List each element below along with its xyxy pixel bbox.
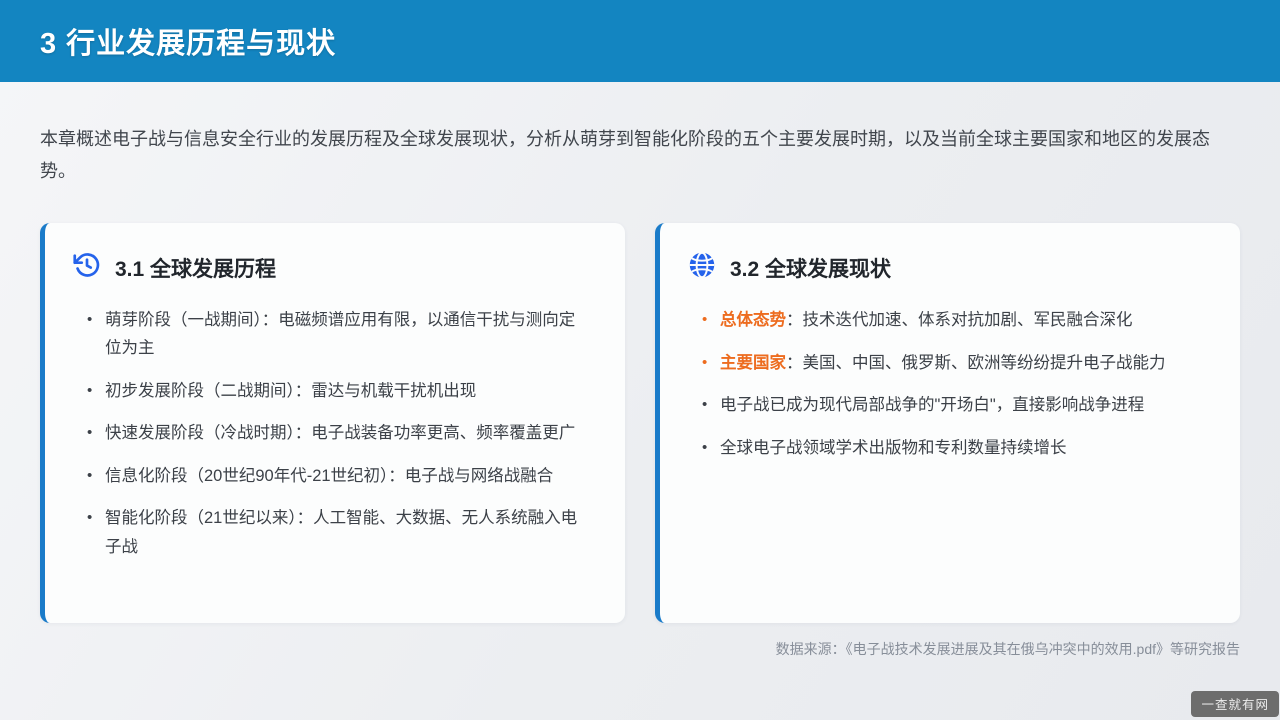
card-title: 3.2 全球发展现状	[730, 253, 891, 283]
list-item: • 初步发展阶段（二战期间）：雷达与机载干扰机出现	[73, 377, 595, 406]
card-title: 3.1 全球发展历程	[115, 253, 276, 283]
item-text: 智能化阶段（21世纪以来）：人工智能、大数据、无人系统融入电子战	[105, 504, 583, 561]
item-text: 初步发展阶段（二战期间）：雷达与机载干扰机出现	[105, 377, 583, 406]
header-bar: 3 行业发展历程与现状	[0, 0, 1280, 82]
item-keyword: 主要国家	[720, 354, 786, 372]
item-rest: ：技术迭代加速、体系对抗加剧、军民融合深化	[786, 311, 1133, 329]
item-text: 全球电子战领域学术出版物和专利数量持续增长	[720, 434, 1198, 463]
history-icon	[73, 251, 101, 284]
item-text: 总体态势：技术迭代加速、体系对抗加剧、军民融合深化	[720, 306, 1198, 335]
globe-icon	[688, 251, 716, 284]
list-item: • 总体态势：技术迭代加速、体系对抗加剧、军民融合深化	[688, 306, 1210, 335]
history-list: • 萌芽阶段（一战期间）：电磁频谱应用有限，以通信干扰与测向定位为主 • 初步发…	[73, 306, 595, 561]
page-title: 3 行业发展历程与现状	[40, 20, 336, 62]
source-note: 数据来源：《电子战技术发展进展及其在俄乌冲突中的效用.pdf》等研究报告	[0, 639, 1240, 659]
list-item: • 智能化阶段（21世纪以来）：人工智能、大数据、无人系统融入电子战	[73, 504, 595, 561]
bullet-marker: •	[73, 462, 105, 491]
bullet-marker: •	[73, 419, 105, 448]
card-header: 3.2 全球发展现状	[688, 251, 1210, 284]
bullet-marker: •	[73, 377, 105, 406]
bullet-marker: •	[688, 349, 720, 378]
card-development-history: 3.1 全球发展历程 • 萌芽阶段（一战期间）：电磁频谱应用有限，以通信干扰与测…	[40, 223, 625, 623]
item-text: 萌芽阶段（一战期间）：电磁频谱应用有限，以通信干扰与测向定位为主	[105, 306, 583, 363]
item-rest: ：美国、中国、俄罗斯、欧洲等纷纷提升电子战能力	[786, 354, 1166, 372]
card-global-status: 3.2 全球发展现状 • 总体态势：技术迭代加速、体系对抗加剧、军民融合深化 •…	[655, 223, 1240, 623]
item-text: 快速发展阶段（冷战时期）：电子战装备功率更高、频率覆盖更广	[105, 419, 583, 448]
status-list: • 总体态势：技术迭代加速、体系对抗加剧、军民融合深化 • 主要国家：美国、中国…	[688, 306, 1210, 462]
list-item: • 信息化阶段（20世纪90年代-21世纪初）：电子战与网络战融合	[73, 462, 595, 491]
item-keyword: 总体态势	[720, 311, 786, 329]
item-text: 电子战已成为现代局部战争的"开场白"，直接影响战争进程	[720, 391, 1198, 420]
bullet-marker: •	[73, 306, 105, 363]
bullet-marker: •	[688, 306, 720, 335]
list-item: • 电子战已成为现代局部战争的"开场白"，直接影响战争进程	[688, 391, 1210, 420]
list-item: • 快速发展阶段（冷战时期）：电子战装备功率更高、频率覆盖更广	[73, 419, 595, 448]
bullet-marker: •	[73, 504, 105, 561]
list-item: • 主要国家：美国、中国、俄罗斯、欧洲等纷纷提升电子战能力	[688, 349, 1210, 378]
item-text: 主要国家：美国、中国、俄罗斯、欧洲等纷纷提升电子战能力	[720, 349, 1198, 378]
item-text: 信息化阶段（20世纪90年代-21世纪初）：电子战与网络战融合	[105, 462, 583, 491]
list-item: • 萌芽阶段（一战期间）：电磁频谱应用有限，以通信干扰与测向定位为主	[73, 306, 595, 363]
intro-text: 本章概述电子战与信息安全行业的发展历程及全球发展现状，分析从萌芽到智能化阶段的五…	[40, 124, 1240, 187]
list-item: • 全球电子战领域学术出版物和专利数量持续增长	[688, 434, 1210, 463]
watermark-badge: 一查就有网	[1191, 691, 1279, 717]
bullet-marker: •	[688, 391, 720, 420]
cards-row: 3.1 全球发展历程 • 萌芽阶段（一战期间）：电磁频谱应用有限，以通信干扰与测…	[40, 223, 1240, 623]
card-header: 3.1 全球发展历程	[73, 251, 595, 284]
bullet-marker: •	[688, 434, 720, 463]
